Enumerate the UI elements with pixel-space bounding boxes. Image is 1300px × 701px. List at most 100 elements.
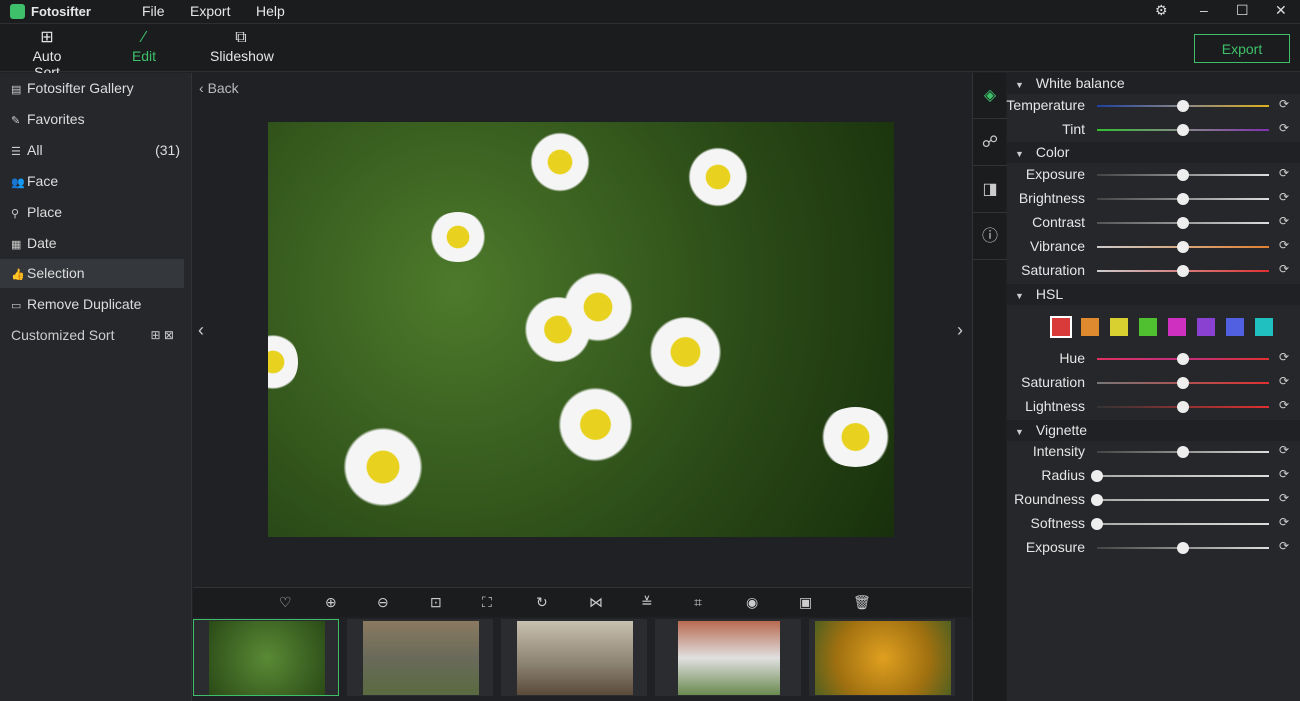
section-title: White balance xyxy=(1035,75,1125,91)
section-header-hsl[interactable]: ▼ HSL xyxy=(1007,284,1300,305)
menu-file[interactable]: File xyxy=(142,3,165,19)
sidebar-item-date[interactable]: ▦ Date xyxy=(0,229,184,258)
section-header-color[interactable]: ▼ Color xyxy=(1007,142,1300,163)
reset-icon[interactable]: ⟳ xyxy=(1279,467,1289,481)
hsl-swatch[interactable] xyxy=(1226,318,1244,336)
image-toolbar: ♡ ⊕ ⊖ ⊡ ⛶ ↻ ⋈ ≚ ⌗ ◉ ▣ 🗑 xyxy=(193,587,971,617)
reset-icon[interactable]: ⟳ xyxy=(1279,350,1289,364)
thumbnail[interactable] xyxy=(347,619,493,696)
eye-icon[interactable]: ◉ xyxy=(746,594,758,611)
slider-handle[interactable] xyxy=(1177,353,1189,365)
sidebar-item-remove-duplicate[interactable]: ▭ Remove Duplicate xyxy=(0,290,184,319)
sidebar-item-customized-sort[interactable]: Customized Sort ⊞ ⊠ xyxy=(0,321,184,350)
compare-icon[interactable]: ▣ xyxy=(799,594,812,611)
minimize-button[interactable]: – xyxy=(1200,2,1208,18)
menu-export[interactable]: Export xyxy=(190,3,230,19)
hsl-swatch[interactable] xyxy=(1050,316,1072,338)
slider-brightness: Brightness ⟳ xyxy=(1007,187,1300,211)
previous-image-button[interactable]: ‹ xyxy=(198,320,204,341)
info-icon[interactable]: ⓘ xyxy=(973,214,1007,260)
adjust-bucket-icon[interactable]: ◈ xyxy=(973,73,1007,119)
thumbnail[interactable] xyxy=(809,619,955,696)
thumbnail[interactable] xyxy=(501,619,647,696)
hsl-swatch[interactable] xyxy=(1081,318,1099,336)
slider-handle[interactable] xyxy=(1177,169,1189,181)
flip-horizontal-icon[interactable]: ⋈ xyxy=(589,594,603,611)
delete-icon[interactable]: 🗑 xyxy=(853,594,871,611)
crop-icon[interactable]: ⌗ xyxy=(694,594,702,611)
add-sort-icon[interactable]: ⊞ ⊠ xyxy=(151,321,174,350)
frames-icon[interactable]: ◨ xyxy=(973,167,1007,213)
export-button[interactable]: Export xyxy=(1194,34,1290,63)
slider-hue: Hue ⟳ xyxy=(1007,347,1300,371)
maximize-button[interactable]: ☐ xyxy=(1236,2,1249,19)
reset-icon[interactable]: ⟳ xyxy=(1279,262,1289,276)
filters-icon[interactable]: ☍ xyxy=(973,120,1007,166)
slider-handle[interactable] xyxy=(1177,542,1189,554)
rotate-icon[interactable]: ↻ xyxy=(536,594,548,611)
reset-icon[interactable]: ⟳ xyxy=(1279,374,1289,388)
slider-handle[interactable] xyxy=(1177,241,1189,253)
sidebar-item-favorites[interactable]: ✎ Favorites xyxy=(0,105,184,134)
slider-label: Intensity xyxy=(1032,443,1085,459)
reset-icon[interactable]: ⟳ xyxy=(1279,121,1289,135)
slider-handle[interactable] xyxy=(1177,446,1189,458)
sidebar-item-gallery[interactable]: ▤ Fotosifter Gallery xyxy=(0,74,184,103)
slider-handle[interactable] xyxy=(1177,100,1189,112)
slider-handle[interactable] xyxy=(1177,193,1189,205)
slider-track[interactable] xyxy=(1097,475,1269,477)
slider-handle[interactable] xyxy=(1177,265,1189,277)
next-image-button[interactable]: › xyxy=(957,320,963,341)
slider-handle[interactable] xyxy=(1177,401,1189,413)
reset-icon[interactable]: ⟳ xyxy=(1279,443,1289,457)
slider-label: Hue xyxy=(1059,350,1085,366)
sidebar-item-selection[interactable]: 👍 Selection xyxy=(0,259,184,288)
sidebar-item-label: Favorites xyxy=(27,111,85,127)
menu-help[interactable]: Help xyxy=(256,3,285,19)
reset-icon[interactable]: ⟳ xyxy=(1279,398,1289,412)
sidebar-item-face[interactable]: 👥 Face xyxy=(0,167,184,196)
reset-icon[interactable]: ⟳ xyxy=(1279,515,1289,529)
settings-icon[interactable]: ⚙ xyxy=(1155,2,1168,19)
slider-handle[interactable] xyxy=(1177,377,1189,389)
slider-track[interactable] xyxy=(1097,523,1269,525)
reset-icon[interactable]: ⟳ xyxy=(1279,214,1289,228)
fit-to-window-icon[interactable]: ⊡ xyxy=(430,594,442,611)
slider-saturation: Saturation ⟳ xyxy=(1007,371,1300,395)
thumbnail[interactable] xyxy=(193,619,339,696)
slider-handle[interactable] xyxy=(1091,470,1103,482)
section-header-white-balance[interactable]: ▼ White balance xyxy=(1007,73,1300,94)
hsl-swatch[interactable] xyxy=(1110,318,1128,336)
sidebar-item-place[interactable]: ⚲ Place xyxy=(0,198,184,227)
zoom-out-icon[interactable]: ⊖ xyxy=(377,594,389,611)
slideshow-button[interactable]: ⧉ Slideshow xyxy=(210,28,274,64)
reset-icon[interactable]: ⟳ xyxy=(1279,97,1289,111)
close-button[interactable]: ✕ xyxy=(1275,2,1287,19)
zoom-in-icon[interactable]: ⊕ xyxy=(325,594,337,611)
face-icon: 👥 xyxy=(11,177,25,189)
slider-handle[interactable] xyxy=(1091,494,1103,506)
back-button[interactable]: ‹ Back xyxy=(199,80,239,96)
flip-vertical-icon[interactable]: ≚ xyxy=(641,594,653,611)
reset-icon[interactable]: ⟳ xyxy=(1279,491,1289,505)
slider-label: Saturation xyxy=(1021,374,1085,390)
hsl-swatch[interactable] xyxy=(1168,318,1186,336)
filmstrip xyxy=(193,617,971,701)
hsl-swatch[interactable] xyxy=(1197,318,1215,336)
thumbnail[interactable] xyxy=(655,619,801,696)
favorite-heart-icon[interactable]: ♡ xyxy=(279,594,292,611)
section-header-vignette[interactable]: ▼ Vignette xyxy=(1007,420,1300,441)
hsl-swatch[interactable] xyxy=(1139,318,1157,336)
slider-handle[interactable] xyxy=(1177,217,1189,229)
hsl-swatch[interactable] xyxy=(1255,318,1273,336)
reset-icon[interactable]: ⟳ xyxy=(1279,166,1289,180)
slider-track[interactable] xyxy=(1097,499,1269,501)
slider-handle[interactable] xyxy=(1177,124,1189,136)
reset-icon[interactable]: ⟳ xyxy=(1279,539,1289,553)
reset-icon[interactable]: ⟳ xyxy=(1279,238,1289,252)
slider-handle[interactable] xyxy=(1091,518,1103,530)
edit-button[interactable]: ⁄ Edit xyxy=(128,28,160,64)
fullscreen-icon[interactable]: ⛶ xyxy=(482,594,492,611)
reset-icon[interactable]: ⟳ xyxy=(1279,190,1289,204)
sidebar-item-all[interactable]: ☰ All (31) xyxy=(0,136,184,165)
